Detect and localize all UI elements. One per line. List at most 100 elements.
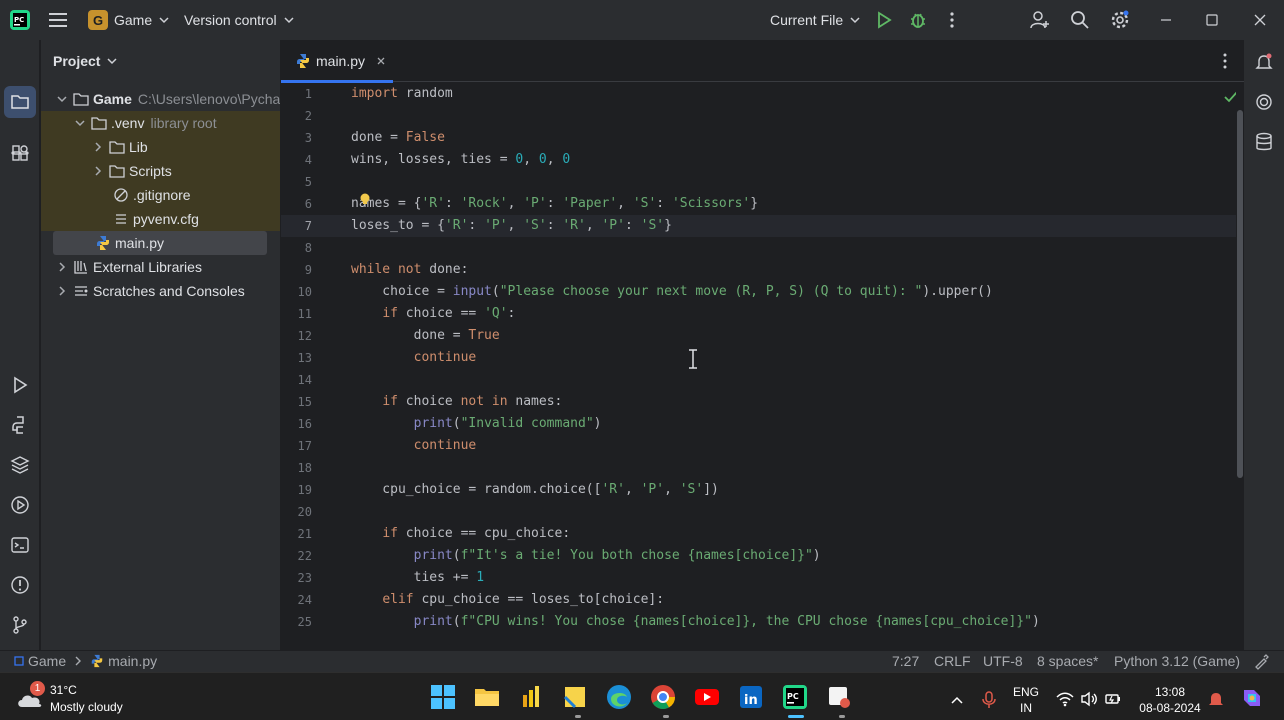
chevron-down-icon[interactable] bbox=[55, 92, 69, 106]
chevron-down-icon[interactable] bbox=[73, 116, 87, 130]
code-line[interactable]: 3 done = False bbox=[281, 127, 1236, 149]
line-number[interactable]: 3 bbox=[281, 127, 312, 149]
add-user-icon[interactable] bbox=[1030, 10, 1050, 30]
tab-main-py[interactable]: main.py bbox=[281, 40, 393, 83]
youtube-icon[interactable] bbox=[693, 683, 721, 711]
code-line[interactable]: 24 elif cpu_choice == loses_to[choice]: bbox=[281, 589, 1236, 611]
input-language-line1[interactable]: ENG bbox=[1013, 685, 1039, 699]
code-line[interactable]: 15 if choice not in names: bbox=[281, 391, 1236, 413]
maximize-window-icon[interactable] bbox=[1202, 10, 1222, 30]
code-line[interactable]: 13 continue bbox=[281, 347, 1236, 369]
line-number[interactable]: 24 bbox=[281, 589, 312, 611]
code-line[interactable]: 1 import random bbox=[281, 83, 1236, 105]
tree-item-game[interactable]: Game C:\Users\lenovo\Pycha bbox=[41, 87, 280, 111]
settings-gear-icon[interactable] bbox=[1110, 10, 1130, 30]
python-packages-icon[interactable] bbox=[10, 455, 30, 475]
tab-options-icon[interactable] bbox=[1215, 51, 1235, 71]
run-tool-icon[interactable] bbox=[10, 375, 30, 395]
code-line[interactable]: 23 ties += 1 bbox=[281, 567, 1236, 589]
terminal-icon[interactable] bbox=[10, 535, 30, 555]
code-line[interactable]: 8 bbox=[281, 237, 1236, 259]
notification-bell-icon[interactable] bbox=[1208, 690, 1224, 708]
file-explorer-icon[interactable] bbox=[473, 683, 501, 711]
debug-icon[interactable] bbox=[908, 10, 928, 30]
line-number[interactable]: 6 bbox=[281, 193, 312, 215]
tree-item-scripts[interactable]: Scripts bbox=[41, 159, 280, 183]
project-badge[interactable]: G bbox=[88, 10, 108, 30]
code-line[interactable]: 11 if choice == 'Q': bbox=[281, 303, 1236, 325]
python-console-icon[interactable] bbox=[10, 415, 30, 435]
line-number[interactable]: 16 bbox=[281, 413, 312, 435]
linkedin-icon[interactable]: in bbox=[737, 683, 765, 711]
snipping-tool-icon[interactable] bbox=[825, 683, 853, 711]
code-line[interactable]: 16 print("Invalid command") bbox=[281, 413, 1236, 435]
tree-item-gitignore[interactable]: .gitignore bbox=[41, 183, 280, 207]
code-line[interactable]: 20 bbox=[281, 501, 1236, 523]
code-line[interactable]: 7 loses_to = {'R': 'P', 'S': 'R', 'P': 'S… bbox=[281, 215, 1236, 237]
code-line[interactable]: 18 bbox=[281, 457, 1236, 479]
line-number[interactable]: 11 bbox=[281, 303, 312, 325]
line-number[interactable]: 7 bbox=[281, 215, 312, 237]
clock-date[interactable]: 08-08-2024 bbox=[1138, 701, 1202, 715]
close-window-icon[interactable] bbox=[1250, 10, 1270, 30]
notifications-bell-icon[interactable] bbox=[1254, 52, 1274, 72]
line-ending[interactable]: CRLF bbox=[934, 653, 971, 669]
code-line[interactable]: 22 print(f"It's a tie! You both chose {n… bbox=[281, 545, 1236, 567]
code-line[interactable]: 14 bbox=[281, 369, 1236, 391]
search-icon[interactable] bbox=[1070, 10, 1090, 30]
chevron-right-icon[interactable] bbox=[55, 260, 69, 274]
code-line[interactable]: 12 done = True bbox=[281, 325, 1236, 347]
input-language-line2[interactable]: IN bbox=[1020, 701, 1032, 715]
intention-bulb-icon[interactable] bbox=[359, 193, 371, 205]
minimize-window-icon[interactable] bbox=[1156, 10, 1176, 30]
code-line[interactable]: 5 bbox=[281, 171, 1236, 193]
line-number[interactable]: 2 bbox=[281, 105, 312, 127]
code-line[interactable]: 19 cpu_choice = random.choice(['R', 'P',… bbox=[281, 479, 1236, 501]
code-line[interactable]: 9 while not done: bbox=[281, 259, 1236, 281]
weather-temperature[interactable]: 31°C bbox=[50, 683, 77, 697]
chevron-right-icon[interactable] bbox=[91, 140, 105, 154]
line-number[interactable]: 22 bbox=[281, 545, 312, 567]
project-panel-header[interactable]: Project bbox=[53, 53, 118, 69]
line-number[interactable]: 20 bbox=[281, 501, 312, 523]
code-editor[interactable]: 1 import random 2 3 done = False 4 wins, losse… bbox=[281, 83, 1236, 646]
copilot-icon[interactable] bbox=[1240, 686, 1264, 710]
start-windows-icon[interactable] bbox=[429, 683, 457, 711]
line-number[interactable]: 12 bbox=[281, 325, 312, 347]
line-number[interactable]: 17 bbox=[281, 435, 312, 457]
version-control-menu[interactable]: Version control bbox=[184, 12, 295, 28]
line-number[interactable]: 18 bbox=[281, 457, 312, 479]
clock-time[interactable]: 13:08 bbox=[1138, 685, 1202, 699]
weather-description[interactable]: Mostly cloudy bbox=[50, 700, 123, 714]
inspections-ok-check-icon[interactable] bbox=[1223, 89, 1236, 105]
line-number[interactable]: 1 bbox=[281, 83, 312, 105]
line-number[interactable]: 9 bbox=[281, 259, 312, 281]
problems-icon[interactable] bbox=[10, 575, 30, 595]
code-line[interactable]: 2 bbox=[281, 105, 1236, 127]
code-line[interactable]: 10 choice = input("Please choose your ne… bbox=[281, 281, 1236, 303]
volume-icon[interactable] bbox=[1080, 691, 1098, 707]
line-number[interactable]: 15 bbox=[281, 391, 312, 413]
database-icon[interactable] bbox=[1254, 132, 1274, 152]
battery-icon[interactable] bbox=[1104, 691, 1122, 707]
tree-item-venv[interactable]: .venv library root bbox=[41, 111, 280, 135]
chevron-right-icon[interactable] bbox=[91, 164, 105, 178]
python-interpreter[interactable]: Python 3.12 (Game) bbox=[1114, 653, 1240, 669]
breadcrumb-project[interactable]: Game bbox=[28, 653, 66, 669]
caret-position[interactable]: 7:27 bbox=[892, 653, 919, 669]
editor-vertical-scrollbar[interactable] bbox=[1237, 110, 1243, 478]
power-bi-icon[interactable] bbox=[517, 683, 545, 711]
indent-setting[interactable]: 8 spaces* bbox=[1037, 653, 1098, 669]
tree-item-lib[interactable]: Lib bbox=[41, 135, 280, 159]
edge-browser-icon[interactable] bbox=[605, 683, 633, 711]
more-tool-windows-icon[interactable] bbox=[10, 143, 30, 163]
line-number[interactable]: 8 bbox=[281, 237, 312, 259]
line-number[interactable]: 14 bbox=[281, 369, 312, 391]
line-number[interactable]: 23 bbox=[281, 567, 312, 589]
show-hidden-icons-chevron-icon[interactable] bbox=[950, 693, 964, 707]
line-number[interactable]: 21 bbox=[281, 523, 312, 545]
main-menu-icon[interactable] bbox=[48, 11, 68, 29]
line-number[interactable]: 25 bbox=[281, 611, 312, 633]
code-line[interactable]: 17 continue bbox=[281, 435, 1236, 457]
close-tab-icon[interactable] bbox=[375, 55, 387, 67]
